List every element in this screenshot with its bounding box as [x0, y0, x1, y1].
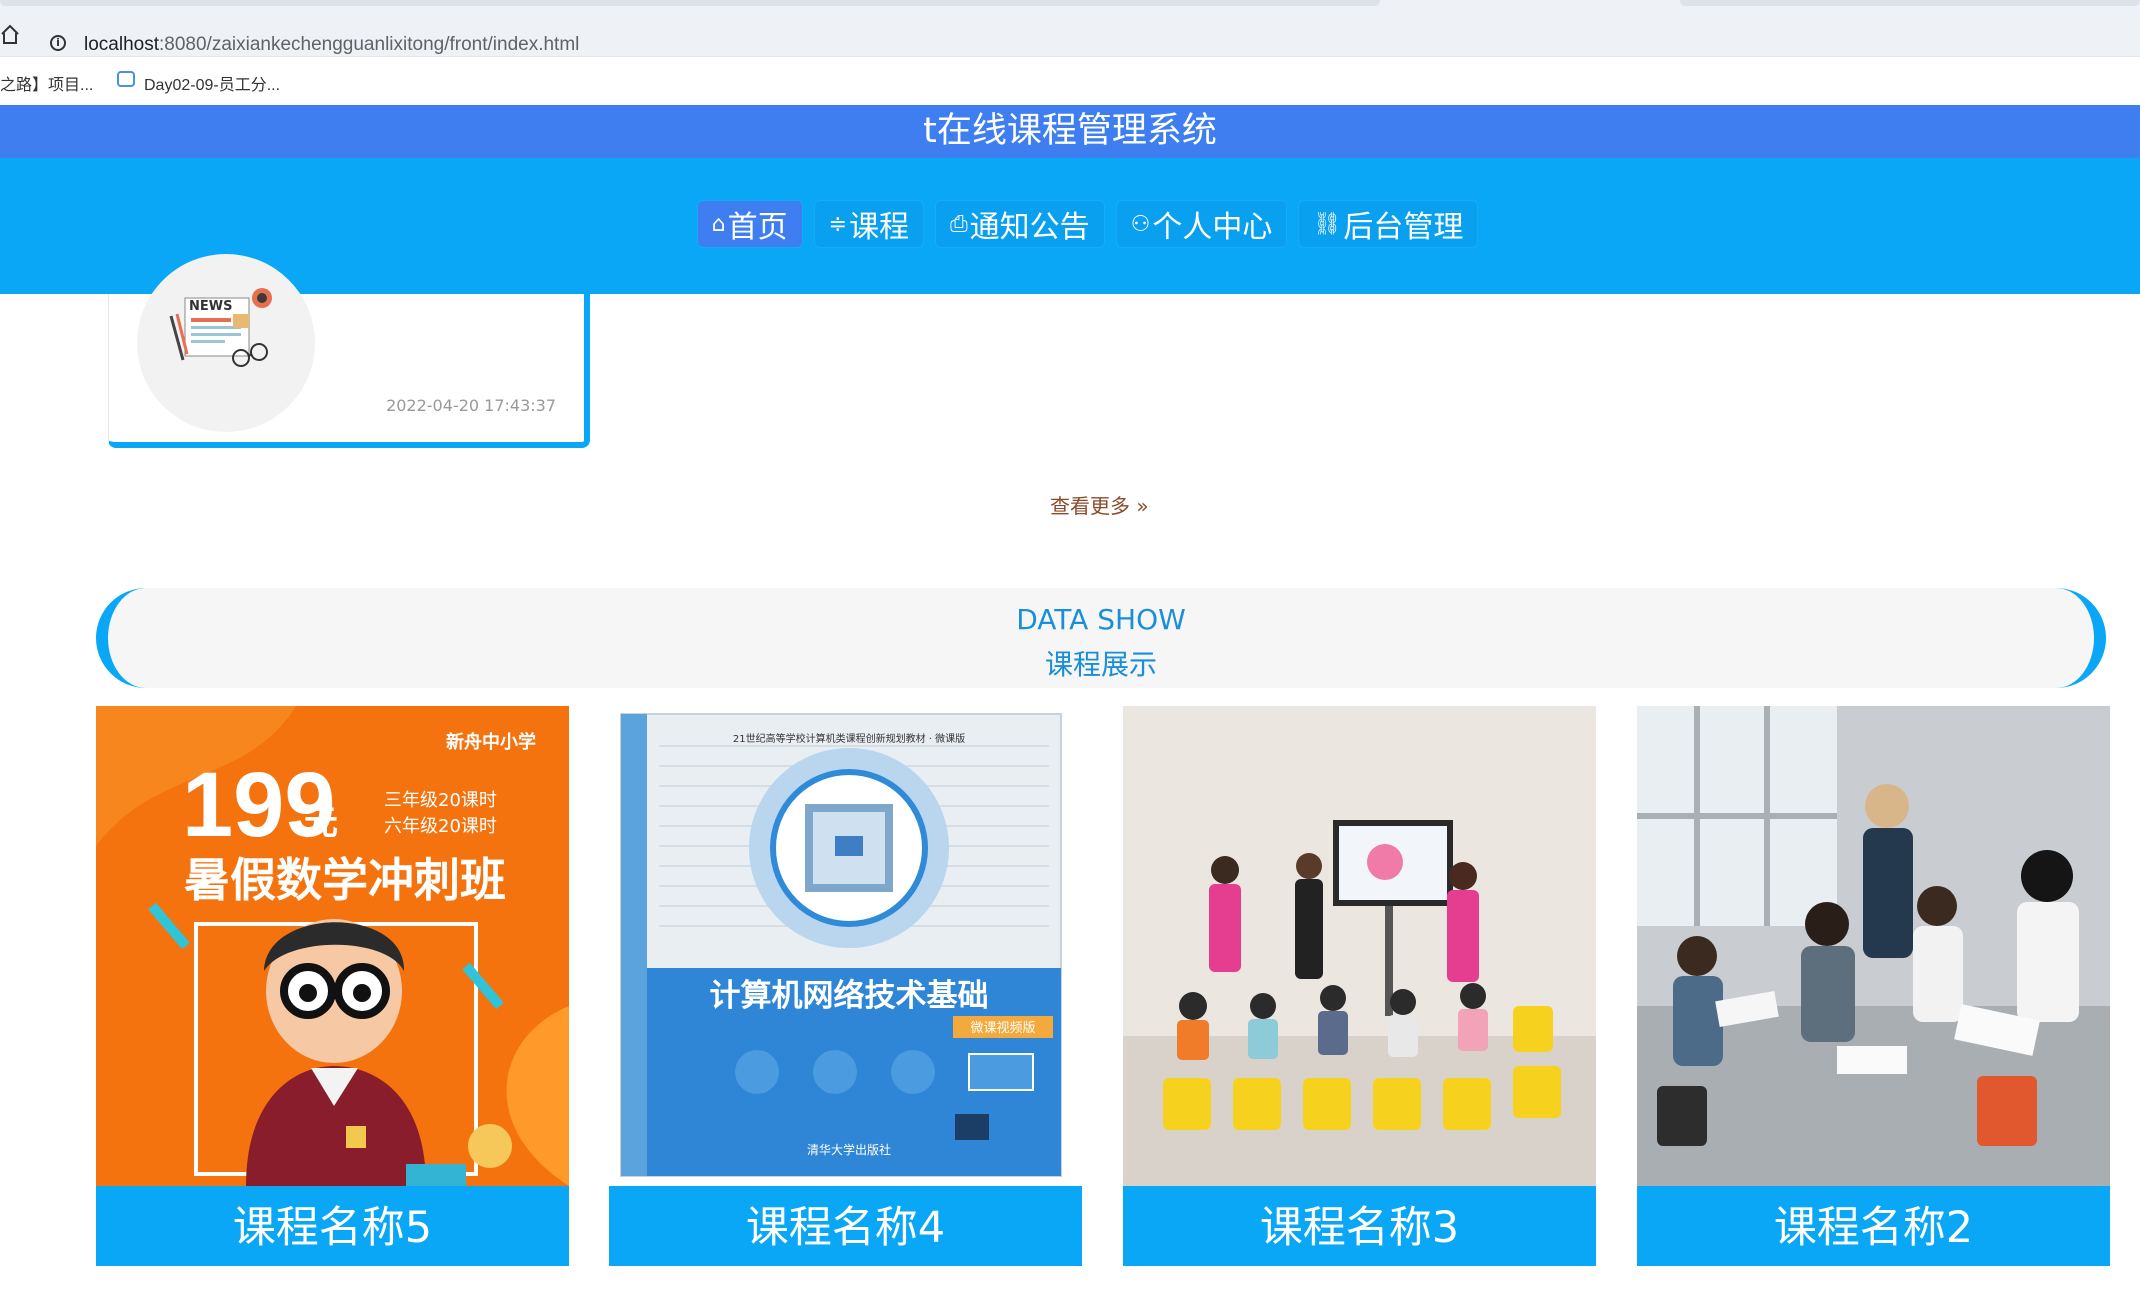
nav-item-home[interactable]: ⌂ 首页	[697, 201, 802, 247]
section-title-en: DATA SHOW	[1016, 603, 1186, 636]
course-name[interactable]: 课程名称3	[1123, 1186, 1596, 1266]
tab-strip	[0, 0, 2140, 12]
nav-label: 个人中心	[1152, 210, 1273, 245]
section-banner: DATA SHOW 课程展示	[96, 588, 2106, 688]
nav-item-notices[interactable]: ⎙ 通知公告	[936, 201, 1104, 247]
course-image[interactable]	[1123, 706, 1596, 1186]
tab-edge	[1680, 0, 2140, 6]
view-more-label: 查看更多	[1050, 494, 1130, 518]
course-image[interactable]: 21世纪高等学校计算机类课程创新规划教材 · 微课版 计算机网络技术基础 微课视…	[609, 706, 1082, 1186]
news-date: 2022-04-20 17:43:37	[386, 396, 556, 415]
course-name[interactable]: 课程名称2	[1637, 1186, 2110, 1266]
classroom-photo	[1123, 706, 1596, 1186]
news-card[interactable]: NEWS 2022-04-20 17:43:37	[108, 254, 590, 448]
main-navbar: ⌂ 首页 ≑ 课程 ⎙ 通知公告 ⚇ 个人中心 ⛓ 后台管理	[0, 158, 2140, 294]
course-card[interactable]: 课程名称2	[1637, 706, 2110, 1266]
home-icon: ⌂	[711, 211, 726, 237]
url-host: localhost	[84, 34, 159, 55]
nav-label: 首页	[727, 210, 788, 245]
nav-item-profile[interactable]: ⚇ 个人中心	[1117, 201, 1287, 247]
tab-edge	[0, 0, 1380, 6]
newspaper-icon: NEWS	[169, 288, 272, 367]
link-icon: ⛓	[1313, 211, 1342, 237]
course-name[interactable]: 课程名称5	[96, 1186, 569, 1266]
home-icon[interactable]	[0, 22, 20, 46]
textbook-cover: 21世纪高等学校计算机类课程创新规划教材 · 微课版 计算机网络技术基础 微课视…	[609, 706, 1082, 1186]
site-title: t在线课程管理系统	[923, 111, 1217, 151]
address-bar[interactable]: i localhost:8080/zaixiankechengguanlixit…	[0, 12, 2140, 57]
nav-label: 后台管理	[1343, 210, 1464, 245]
sliders-icon: ≑	[828, 211, 848, 237]
course-card[interactable]: 21世纪高等学校计算机类课程创新规划教材 · 微课版 计算机网络技术基础 微课视…	[609, 706, 1082, 1266]
bookmark-item[interactable]: Day02-09-员工分...	[144, 71, 280, 95]
site-info-icon[interactable]: i	[50, 35, 66, 51]
double-chevron-right-icon: »	[1136, 494, 1149, 518]
book-title: 计算机网络技术基础	[710, 978, 989, 1014]
news-thumb-label: NEWS	[189, 299, 232, 314]
course-name[interactable]: 课程名称4	[609, 1186, 1082, 1266]
course-card[interactable]: 新舟中小学 199 元 三年级20课时 六年级20课时 暑假数学冲刺班 课程名称…	[96, 706, 569, 1266]
printer-icon: ⎙	[950, 211, 968, 237]
poster-brand: 新舟中小学	[446, 731, 536, 753]
course-image[interactable]	[1637, 706, 2110, 1186]
poster-line-2: 六年级20课时	[384, 816, 497, 837]
poster-price-unit: 元	[304, 803, 338, 843]
url-text[interactable]: localhost:8080/zaixiankechengguanlixiton…	[84, 34, 579, 56]
course-image[interactable]: 新舟中小学 199 元 三年级20课时 六年级20课时 暑假数学冲刺班	[96, 706, 569, 1186]
view-more-link[interactable]: 查看更多 »	[1050, 490, 1149, 519]
section-title-cn: 课程展示	[1044, 648, 1157, 681]
math-class-poster: 新舟中小学 199 元 三年级20课时 六年级20课时 暑假数学冲刺班	[96, 706, 569, 1186]
course-card[interactable]: 课程名称3	[1123, 706, 1596, 1266]
url-path: :8080/zaixiankechengguanlixitong/front/i…	[159, 34, 580, 55]
book-tag: 微课视频版	[970, 1021, 1035, 1036]
nav-item-admin[interactable]: ⛓ 后台管理	[1299, 201, 1477, 247]
nav-label: 课程	[849, 210, 910, 245]
user-icon: ⚇	[1130, 211, 1151, 237]
site-title-bar: t在线课程管理系统	[0, 105, 2140, 158]
bookmark-item[interactable]: 之路】项目...	[0, 71, 93, 95]
nav-label: 通知公告	[969, 210, 1090, 245]
book-series: 21世纪高等学校计算机类课程创新规划教材 · 微课版	[733, 732, 965, 745]
poster-headline: 暑假数学冲刺班	[184, 853, 506, 907]
students-reading-photo	[1637, 706, 2110, 1186]
nav-item-courses[interactable]: ≑ 课程	[815, 201, 923, 247]
nav-menu: ⌂ 首页 ≑ 课程 ⎙ 通知公告 ⚇ 个人中心 ⛓ 后台管理	[0, 201, 2140, 247]
news-thumbnail: NEWS	[137, 254, 315, 432]
bookmarks-bar: 之路】项目... Day02-09-员工分...	[0, 57, 2140, 105]
poster-line-1: 三年级20课时	[384, 790, 497, 811]
bilibili-icon	[117, 71, 135, 87]
book-publisher: 清华大学出版社	[807, 1142, 891, 1157]
